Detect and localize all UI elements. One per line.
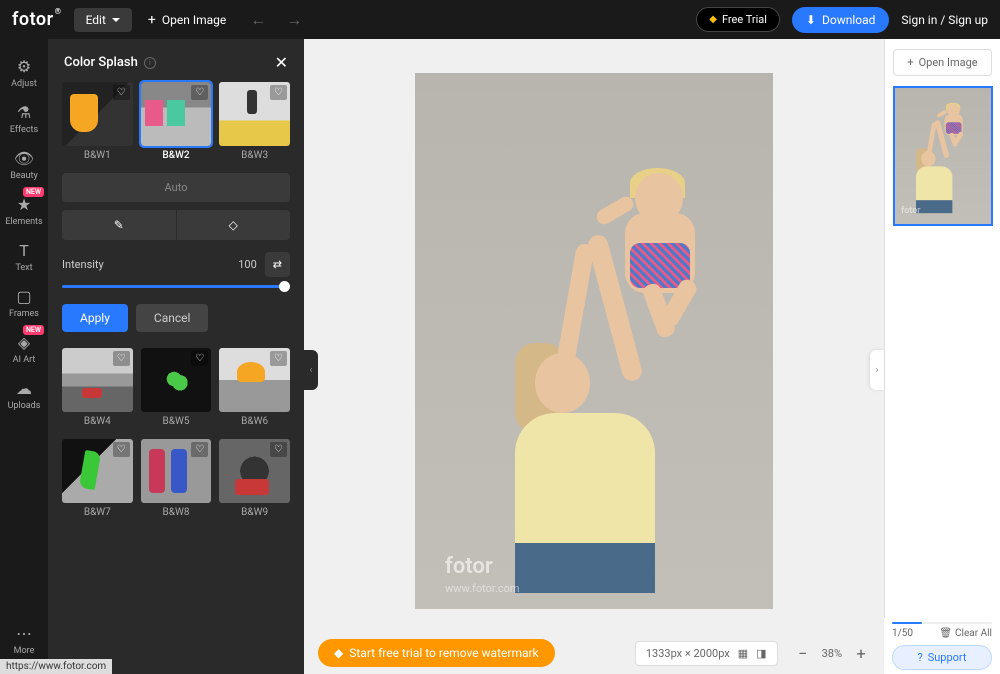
free-trial-button[interactable]: ◆Free Trial <box>696 7 780 32</box>
plus-icon: + <box>148 12 156 28</box>
watermark: fotor <box>445 554 493 579</box>
chevron-down-icon <box>112 18 120 22</box>
panel-collapse-handle[interactable]: ‹ <box>304 350 318 390</box>
bottom-bar: ◆Start free trial to remove watermark 13… <box>304 632 884 674</box>
more-icon: ⋯ <box>16 624 32 642</box>
compare-button[interactable]: ⇄ <box>265 252 290 277</box>
right-expand-handle[interactable]: › <box>870 350 884 390</box>
eraser-icon: ◇ <box>229 218 238 232</box>
heart-icon[interactable]: ♡ <box>113 85 130 100</box>
elements-icon: ★ <box>17 195 31 213</box>
heart-icon[interactable]: ♡ <box>270 351 287 366</box>
tool-uploads[interactable]: ☁Uploads <box>2 373 46 417</box>
effects-panel: Color Splash i ✕ ♡B&W1 ♡B&W2 ♡B&W3 Auto … <box>48 39 304 674</box>
sign-up-link[interactable]: Sign up <box>948 13 988 27</box>
beauty-icon: 👁 <box>14 149 34 167</box>
auth-links: Sign in / Sign up <box>901 13 988 27</box>
tool-adjust[interactable]: ⚙Adjust <box>2 51 46 95</box>
heart-icon[interactable]: ♡ <box>191 85 208 100</box>
canvas-image: fotor www.fotor.com <box>415 73 773 609</box>
adjust-icon: ⚙ <box>17 57 31 75</box>
heart-icon[interactable]: ♡ <box>270 85 287 100</box>
preset-bw6[interactable]: ♡B&W6 <box>219 348 290 427</box>
preset-bw7[interactable]: ♡B&W7 <box>62 439 133 518</box>
effects-icon: ⚗ <box>17 103 31 121</box>
heart-icon[interactable]: ♡ <box>191 351 208 366</box>
clear-all-button[interactable]: 🗑Clear All <box>939 628 992 639</box>
uploads-icon: ☁ <box>16 379 32 397</box>
image-thumbnail[interactable]: fotor <box>893 86 993 226</box>
tool-text[interactable]: TText <box>2 235 46 279</box>
support-button[interactable]: ?Support <box>892 645 992 670</box>
auto-button[interactable]: Auto <box>62 173 290 202</box>
brush-icon: ✎ <box>114 218 124 232</box>
canvas-area[interactable]: fotor www.fotor.com <box>304 39 884 674</box>
chevron-left-icon: ‹ <box>309 365 312 376</box>
heart-icon[interactable]: ♡ <box>113 442 130 457</box>
heart-icon[interactable]: ♡ <box>113 351 130 366</box>
redo-button[interactable]: → <box>286 10 302 30</box>
zoom-value: 38% <box>822 647 842 660</box>
ai-art-icon: ◈ <box>18 333 30 351</box>
panel-title: Color Splash <box>64 55 138 70</box>
apply-button[interactable]: Apply <box>62 304 128 332</box>
intensity-slider[interactable] <box>62 285 290 288</box>
download-icon: ⬇ <box>806 13 816 27</box>
compare-icon[interactable]: ◨ <box>756 647 766 660</box>
logo: fotor <box>12 9 54 30</box>
slider-thumb[interactable] <box>279 281 290 292</box>
frames-icon: ▢ <box>16 287 31 305</box>
top-bar: fotor Edit +Open Image ← → ◆Free Trial ⬇… <box>0 0 1000 39</box>
open-image-right-button[interactable]: +Open Image <box>893 49 992 76</box>
undo-button[interactable]: ← <box>250 10 266 30</box>
status-bar-url: https://www.fotor.com <box>0 659 112 674</box>
dimensions-box[interactable]: 1333px × 2000px▦◨ <box>635 641 778 666</box>
cancel-button[interactable]: Cancel <box>136 304 209 332</box>
watermark-url: www.fotor.com <box>445 582 520 595</box>
zoom-in-button[interactable]: + <box>852 644 870 663</box>
preset-bw1[interactable]: ♡B&W1 <box>62 82 133 161</box>
page-total: /50 <box>898 628 913 639</box>
thumbnail-scrollbar[interactable] <box>892 622 992 624</box>
heart-icon[interactable]: ♡ <box>191 442 208 457</box>
tool-more[interactable]: ⋯More <box>2 618 46 662</box>
tool-ai-art[interactable]: NEW◈AI Art <box>2 327 46 371</box>
download-button[interactable]: ⬇Download <box>792 7 889 33</box>
preset-bw5[interactable]: ♡B&W5 <box>141 348 212 427</box>
text-icon: T <box>19 241 29 259</box>
image-icon: ▦ <box>738 647 748 660</box>
trial-banner[interactable]: ◆Start free trial to remove watermark <box>318 639 555 667</box>
brush-erase-button[interactable]: ◇ <box>177 210 291 240</box>
tool-elements[interactable]: NEW★Elements <box>2 189 46 233</box>
sign-in-link[interactable]: Sign in <box>901 13 937 27</box>
zoom-out-button[interactable]: − <box>794 644 812 663</box>
heart-icon[interactable]: ♡ <box>270 442 287 457</box>
diamond-icon: ◆ <box>709 14 717 25</box>
help-icon: ? <box>917 651 922 664</box>
tool-effects[interactable]: ⚗Effects <box>2 97 46 141</box>
close-icon[interactable]: ✕ <box>275 53 288 72</box>
diamond-icon: ◆ <box>334 646 343 660</box>
tool-beauty[interactable]: 👁Beauty <box>2 143 46 187</box>
preset-bw9[interactable]: ♡B&W9 <box>219 439 290 518</box>
right-panel: +Open Image fotor <box>884 39 1000 674</box>
preset-bw8[interactable]: ♡B&W8 <box>141 439 212 518</box>
preset-bw4[interactable]: ♡B&W4 <box>62 348 133 427</box>
chevron-right-icon: › <box>875 365 878 376</box>
info-icon[interactable]: i <box>144 57 156 69</box>
plus-icon: + <box>907 56 913 69</box>
tool-frames[interactable]: ▢Frames <box>2 281 46 325</box>
preset-bw2[interactable]: ♡B&W2 <box>141 82 212 161</box>
right-bottom-bar: 1/50 🗑Clear All ?Support <box>884 618 1000 674</box>
brush-add-button[interactable]: ✎ <box>62 210 177 240</box>
edit-dropdown[interactable]: Edit <box>74 8 132 32</box>
intensity-value: 100 <box>238 258 257 271</box>
left-toolbar: ⚙Adjust ⚗Effects 👁Beauty NEW★Elements TT… <box>0 39 48 674</box>
trash-icon: 🗑 <box>939 628 952 639</box>
intensity-label: Intensity <box>62 258 104 271</box>
open-image-button[interactable]: +Open Image <box>148 12 226 28</box>
preset-bw3[interactable]: ♡B&W3 <box>219 82 290 161</box>
